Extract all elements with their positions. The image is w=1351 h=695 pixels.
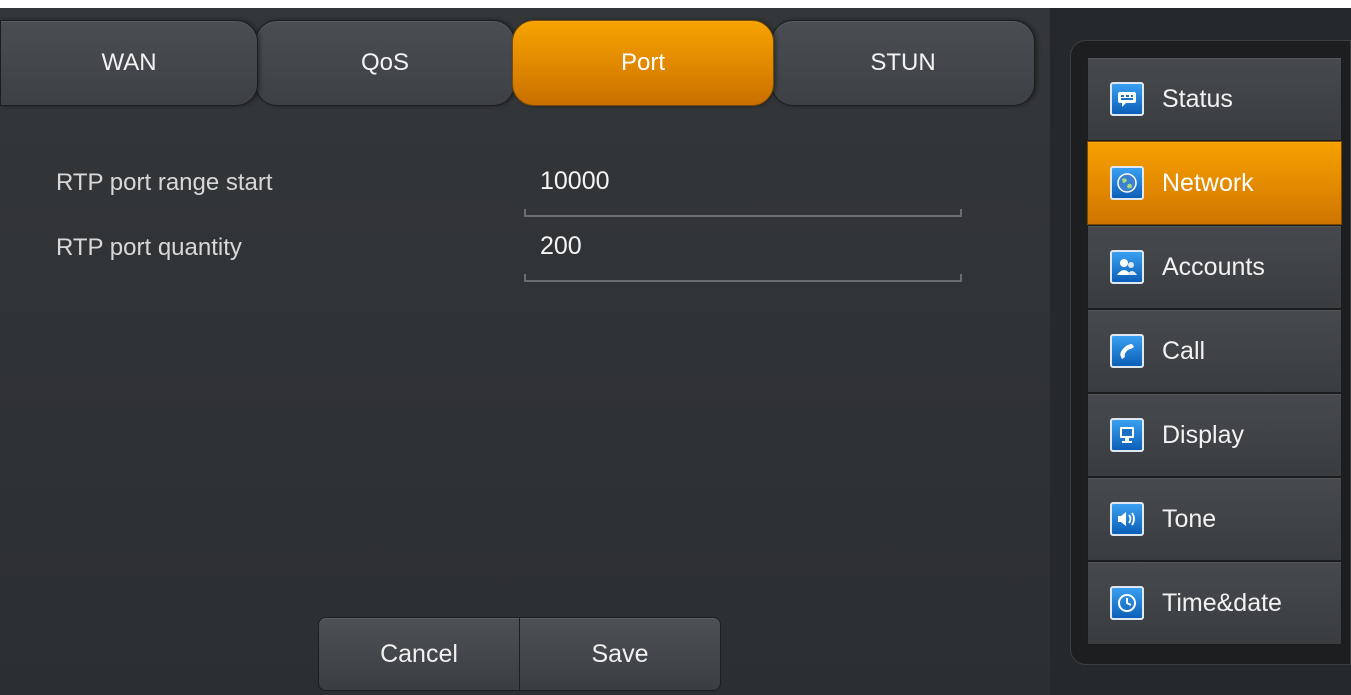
status-icon bbox=[1110, 82, 1144, 116]
rtp-quantity-field[interactable]: 200 bbox=[524, 220, 962, 282]
clock-icon bbox=[1110, 586, 1144, 620]
rtp-start-value: 10000 bbox=[540, 167, 610, 195]
sidebar-item-status[interactable]: Status bbox=[1087, 57, 1342, 141]
rtp-start-field[interactable]: 10000 bbox=[524, 155, 962, 217]
sidebar-item-label: Time&date bbox=[1162, 588, 1282, 617]
action-buttons: Cancel Save bbox=[318, 617, 721, 691]
phone-icon bbox=[1110, 334, 1144, 368]
sidebar-item-label: Tone bbox=[1162, 504, 1217, 533]
sidebar-item-label: Display bbox=[1162, 420, 1244, 449]
sidebar-item-label: Network bbox=[1162, 168, 1254, 197]
save-button[interactable]: Save bbox=[519, 617, 721, 691]
rtp-start-row: RTP port range start 10000 bbox=[56, 155, 966, 217]
sidebar-item-network[interactable]: Network bbox=[1087, 141, 1342, 225]
tab-stun[interactable]: STUN bbox=[771, 20, 1035, 106]
tab-wan[interactable]: WAN bbox=[0, 20, 258, 106]
sidebar-item-call[interactable]: Call bbox=[1087, 309, 1342, 393]
sidebar-item-accounts[interactable]: Accounts bbox=[1087, 225, 1342, 309]
monitor-icon bbox=[1110, 418, 1144, 452]
top-border bbox=[0, 0, 1351, 8]
sidebar-item-time-date[interactable]: Time&date bbox=[1087, 561, 1342, 645]
main-panel: WAN QoS Port STUN RTP port range start 1… bbox=[0, 0, 1050, 695]
rtp-quantity-row: RTP port quantity 200 bbox=[56, 220, 966, 282]
tab-port[interactable]: Port bbox=[512, 20, 774, 106]
cancel-button[interactable]: Cancel bbox=[318, 617, 520, 691]
speaker-icon bbox=[1110, 502, 1144, 536]
tab-qos[interactable]: QoS bbox=[255, 20, 515, 106]
globe-icon bbox=[1110, 166, 1144, 200]
accounts-icon bbox=[1110, 250, 1144, 284]
sidebar-item-label: Status bbox=[1162, 84, 1233, 113]
rtp-quantity-value: 200 bbox=[540, 232, 582, 260]
sidebar-item-label: Accounts bbox=[1162, 252, 1265, 281]
sidebar-item-tone[interactable]: Tone bbox=[1087, 477, 1342, 561]
sidebar-item-display[interactable]: Display bbox=[1087, 393, 1342, 477]
sidebar-item-label: Call bbox=[1162, 336, 1206, 365]
tab-bar: WAN QoS Port STUN bbox=[0, 20, 1040, 106]
sidebar: Status Network Accounts Call Display Ton… bbox=[1070, 40, 1351, 665]
rtp-quantity-label: RTP port quantity bbox=[56, 234, 242, 261]
rtp-start-label: RTP port range start bbox=[56, 169, 273, 196]
